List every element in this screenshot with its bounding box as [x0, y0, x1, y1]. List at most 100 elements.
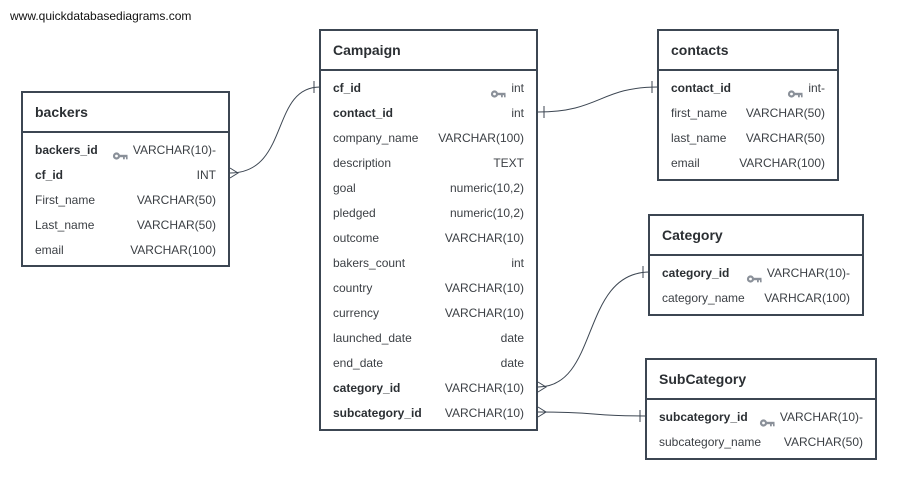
- column-type: VARCHAR(50): [745, 106, 825, 120]
- column-name: pledged: [333, 206, 376, 220]
- column-row[interactable]: goal numeric(10,2): [321, 176, 536, 201]
- primary-key-icon: [746, 268, 762, 283]
- column-name: subcategory_name: [659, 435, 762, 449]
- table-campaign[interactable]: Campaign cf_id int contact_id int company_na…: [319, 29, 538, 431]
- table-title: backers: [23, 93, 228, 133]
- rel-campaign-contacts: [537, 86, 659, 113]
- column-name: category_id: [333, 381, 401, 395]
- column-list: subcategory_id VARCHAR(10)- subcategory_na…: [647, 400, 875, 455]
- column-row[interactable]: category_id VARCHAR(10)-: [650, 261, 862, 286]
- column-type: int: [511, 81, 524, 95]
- column-row[interactable]: currency VARCHAR(10): [321, 301, 536, 326]
- column-row[interactable]: cf_id INT: [23, 163, 228, 188]
- column-list: backers_id VARCHAR(10)- cf_id INT First_name…: [23, 133, 228, 263]
- table-title: Campaign: [321, 31, 536, 71]
- column-row[interactable]: backers_id VARCHAR(10)-: [23, 138, 228, 163]
- column-row[interactable]: subcategory_name VARCHAR(50): [647, 430, 875, 455]
- column-name: category_id: [662, 266, 730, 280]
- column-type: VARCHAR(10): [444, 381, 524, 395]
- column-type: date: [500, 356, 524, 370]
- column-type: numeric(10,2): [449, 206, 524, 220]
- column-name: company_name: [333, 131, 419, 145]
- column-row[interactable]: contact_id int-: [659, 76, 837, 101]
- column-type: VARCHAR(10): [444, 281, 524, 295]
- table-title: SubCategory: [647, 360, 875, 400]
- column-type: int-: [808, 81, 825, 95]
- column-type: VARCHAR(10): [444, 406, 524, 420]
- column-type: VARCHAR(100): [438, 131, 524, 145]
- column-type: VARCHAR(10)-: [779, 410, 863, 424]
- column-row[interactable]: last_name VARCHAR(50): [659, 126, 837, 151]
- column-type: numeric(10,2): [449, 181, 524, 195]
- table-subcategory[interactable]: SubCategory subcategory_id VARCHAR(10)- su…: [645, 358, 877, 460]
- column-type: VARCHAR(100): [739, 156, 825, 170]
- column-row[interactable]: email VARCHAR(100): [23, 238, 228, 263]
- rel-campaign-subcategory: [537, 411, 647, 417]
- column-row[interactable]: country VARCHAR(10): [321, 276, 536, 301]
- column-type: VARCHAR(50): [136, 193, 216, 207]
- column-name: bakers_count: [333, 256, 406, 270]
- column-type: date: [500, 331, 524, 345]
- table-backers[interactable]: backers backers_id VARCHAR(10)- cf_id INT Fi…: [21, 91, 230, 267]
- column-row[interactable]: description TEXT: [321, 151, 536, 176]
- column-type: VARCHAR(10): [444, 306, 524, 320]
- column-name: country: [333, 281, 373, 295]
- primary-key-icon: [490, 83, 506, 98]
- table-category[interactable]: Category category_id VARCHAR(10)- category…: [648, 214, 864, 316]
- table-contacts[interactable]: contacts contact_id int-first_name VARCHAR…: [657, 29, 839, 181]
- column-name: subcategory_id: [333, 406, 422, 420]
- column-type: VARCHAR(100): [130, 243, 216, 257]
- column-type: int: [511, 106, 524, 120]
- column-list: category_id VARCHAR(10)- category_name VARH…: [650, 256, 862, 311]
- table-title: Category: [650, 216, 862, 256]
- column-name: cf_id: [333, 81, 362, 95]
- column-name: subcategory_id: [659, 410, 748, 424]
- column-row[interactable]: company_name VARCHAR(100): [321, 126, 536, 151]
- column-row[interactable]: cf_id int: [321, 76, 536, 101]
- column-row[interactable]: bakers_count int: [321, 251, 536, 276]
- column-row[interactable]: outcome VARCHAR(10): [321, 226, 536, 251]
- column-name: email: [671, 156, 700, 170]
- column-row[interactable]: email VARCHAR(100): [659, 151, 837, 176]
- column-type: TEXT: [493, 156, 524, 170]
- column-type: VARCHAR(10): [444, 231, 524, 245]
- column-name: first_name: [671, 106, 728, 120]
- rel-backers-campaign: [229, 86, 321, 174]
- primary-key-icon: [787, 83, 803, 98]
- primary-key-icon: [759, 412, 775, 427]
- column-row[interactable]: end_date date: [321, 351, 536, 376]
- column-row[interactable]: pledged numeric(10,2): [321, 201, 536, 226]
- column-row[interactable]: contact_id int: [321, 101, 536, 126]
- column-row[interactable]: category_name VARHCAR(100): [650, 286, 862, 311]
- column-name: goal: [333, 181, 356, 195]
- table-title: contacts: [659, 31, 837, 71]
- column-type: int: [511, 256, 524, 270]
- column-row[interactable]: category_id VARCHAR(10): [321, 376, 536, 401]
- column-row[interactable]: First_name VARCHAR(50): [23, 188, 228, 213]
- column-row[interactable]: Last_name VARCHAR(50): [23, 213, 228, 238]
- column-row[interactable]: subcategory_id VARCHAR(10): [321, 401, 536, 426]
- column-type: VARCHAR(10)-: [132, 143, 216, 157]
- column-name: contact_id: [671, 81, 732, 95]
- column-name: end_date: [333, 356, 384, 370]
- column-type: INT: [196, 168, 216, 182]
- rel-campaign-category: [537, 271, 651, 388]
- column-row[interactable]: first_name VARCHAR(50): [659, 101, 837, 126]
- column-name: description: [333, 156, 392, 170]
- column-row[interactable]: launched_date date: [321, 326, 536, 351]
- column-type: VARHCAR(100): [764, 291, 850, 305]
- column-row[interactable]: subcategory_id VARCHAR(10)-: [647, 405, 875, 430]
- column-name: cf_id: [35, 168, 64, 182]
- column-name: First_name: [35, 193, 96, 207]
- column-type: VARCHAR(50): [136, 218, 216, 232]
- column-name: contact_id: [333, 106, 394, 120]
- column-name: backers_id: [35, 143, 98, 157]
- column-type: VARCHAR(50): [745, 131, 825, 145]
- column-name: last_name: [671, 131, 727, 145]
- column-name: email: [35, 243, 64, 257]
- column-list: contact_id int-first_name VARCHAR(50) last_…: [659, 71, 837, 176]
- column-name: category_name: [662, 291, 745, 305]
- column-list: cf_id int contact_id int company_name VARCHAR…: [321, 71, 536, 426]
- column-name: Last_name: [35, 218, 95, 232]
- primary-key-icon: [112, 145, 128, 160]
